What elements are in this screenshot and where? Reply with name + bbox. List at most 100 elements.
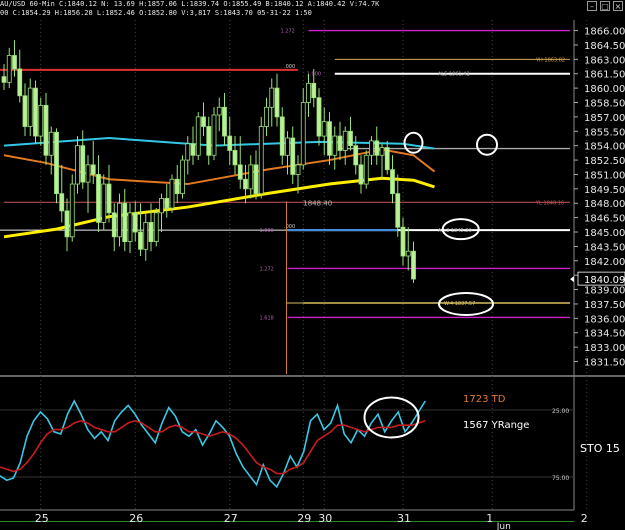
fib-level-label: 1.272 [260, 266, 274, 272]
time-axis-label: 27 [224, 512, 238, 525]
candle-body [59, 193, 65, 212]
candle-body [85, 164, 91, 183]
candle-body [174, 178, 180, 195]
price-tick-label: 1864.50 [584, 41, 625, 52]
time-axis-label: 29 [297, 512, 311, 525]
sto-annotation-circle [363, 396, 420, 439]
price-tick-label: 1849.50 [584, 185, 625, 196]
candle-body [148, 222, 154, 243]
price-tick-label: 1857.00 [584, 113, 625, 124]
price-tick-label: 1846.50 [584, 214, 625, 225]
candle-body [216, 106, 222, 116]
candle-body [6, 55, 12, 83]
candle-body [22, 95, 28, 127]
candle-body [106, 183, 112, 214]
price-tick-label: 1860.00 [584, 84, 625, 95]
price-tick-label: 1852.50 [584, 156, 625, 167]
sto-legend-td: 1723 TD [463, 394, 506, 405]
price-tick-label: 1845.00 [584, 228, 625, 239]
sto-tick-label: 75.00 [552, 475, 569, 482]
candle-body [33, 87, 38, 137]
candle-body [169, 178, 175, 209]
candle-body [201, 116, 206, 127]
price-tick-label: 1854.00 [584, 142, 625, 153]
price-tick-label: 1843.50 [584, 242, 625, 253]
candle-body [54, 131, 59, 195]
time-axis-label: 30 [318, 512, 332, 525]
candle-body [227, 135, 233, 151]
price-tick-label: 1833.00 [584, 343, 625, 354]
candle-body [332, 135, 338, 156]
candle-body [300, 102, 306, 166]
candle-body [48, 131, 54, 156]
fib-level-label: 1.000 [260, 228, 274, 234]
candle-body [1, 76, 7, 83]
candle-body [185, 143, 191, 161]
price-tick-label: 1839.00 [584, 286, 625, 297]
price-tick-label: 1842.00 [584, 257, 625, 268]
candle-body [75, 145, 80, 185]
price-tick-label: 1863.00 [584, 55, 625, 66]
candle-body [164, 198, 170, 209]
candle-body [274, 87, 280, 118]
candle-body [111, 212, 117, 238]
fib-level-label: W.4 1837.57 [444, 301, 475, 307]
swing-label: 1848.40 [303, 199, 332, 207]
candle-body [138, 231, 143, 250]
candle-body [27, 87, 33, 127]
fib-level-tag: AL5 1861.42 [438, 72, 470, 78]
candle-body [96, 174, 101, 223]
candle-body [153, 212, 159, 243]
candle-body [358, 164, 364, 185]
sto-title: STO 15 [580, 442, 620, 455]
candle-body [190, 143, 196, 156]
candle-body [384, 147, 390, 171]
fib-level-label: 1.618 [260, 315, 274, 321]
time-axis-label: 1 [486, 512, 493, 525]
fib-level-label: YH 1863.82 [535, 57, 565, 63]
candle-body [117, 202, 122, 238]
fib-level-label: YL 1848.16 [535, 200, 564, 206]
candle-body [43, 104, 49, 156]
price-tick-label: 1858.50 [584, 99, 625, 110]
price-tick-label: 1834.50 [584, 329, 625, 340]
candle-body [101, 183, 107, 223]
candle-body [321, 121, 327, 137]
time-axis-label: 2 [581, 512, 588, 525]
candle-body [127, 212, 133, 243]
candle-body [411, 250, 416, 280]
price-chart: 1866.00 1864.50 1863.00 1861.50 1860.00 1858.… [0, 20, 625, 530]
candle-body [132, 212, 138, 233]
candle-body [369, 140, 374, 156]
price-tick-label: 1861.50 [584, 70, 625, 81]
candle-body [400, 226, 406, 257]
candle-body [395, 193, 401, 228]
price-tick-label: 1855.50 [584, 127, 625, 138]
candle-body [195, 116, 201, 156]
candle-body [306, 82, 311, 103]
sto-k-line [0, 399, 426, 489]
candle-body [405, 250, 411, 257]
price-tick-label: 1848.00 [584, 199, 625, 210]
time-axis-label: 31 [397, 512, 411, 525]
sto-legend-yrange: 1567 YRange [463, 420, 529, 431]
candle-body [90, 164, 96, 175]
candle-body [311, 82, 317, 99]
time-axis-label: 25 [35, 512, 49, 525]
candle-body [69, 183, 75, 238]
candle-body [232, 150, 238, 166]
candle-body [222, 106, 227, 137]
candle-body [122, 202, 128, 243]
candle-body [159, 198, 164, 214]
time-axis-label: Jun [496, 522, 511, 530]
price-tick-label: 1831.50 [584, 358, 625, 369]
candle-body [295, 164, 301, 175]
candle-body [337, 135, 343, 151]
candle-body [80, 145, 86, 183]
candle-body [342, 130, 348, 151]
candle-body [12, 55, 17, 70]
candle-body [258, 126, 264, 195]
fib-left-label: .000 [284, 64, 295, 70]
candle-body [211, 114, 217, 156]
candle-body [279, 116, 285, 156]
